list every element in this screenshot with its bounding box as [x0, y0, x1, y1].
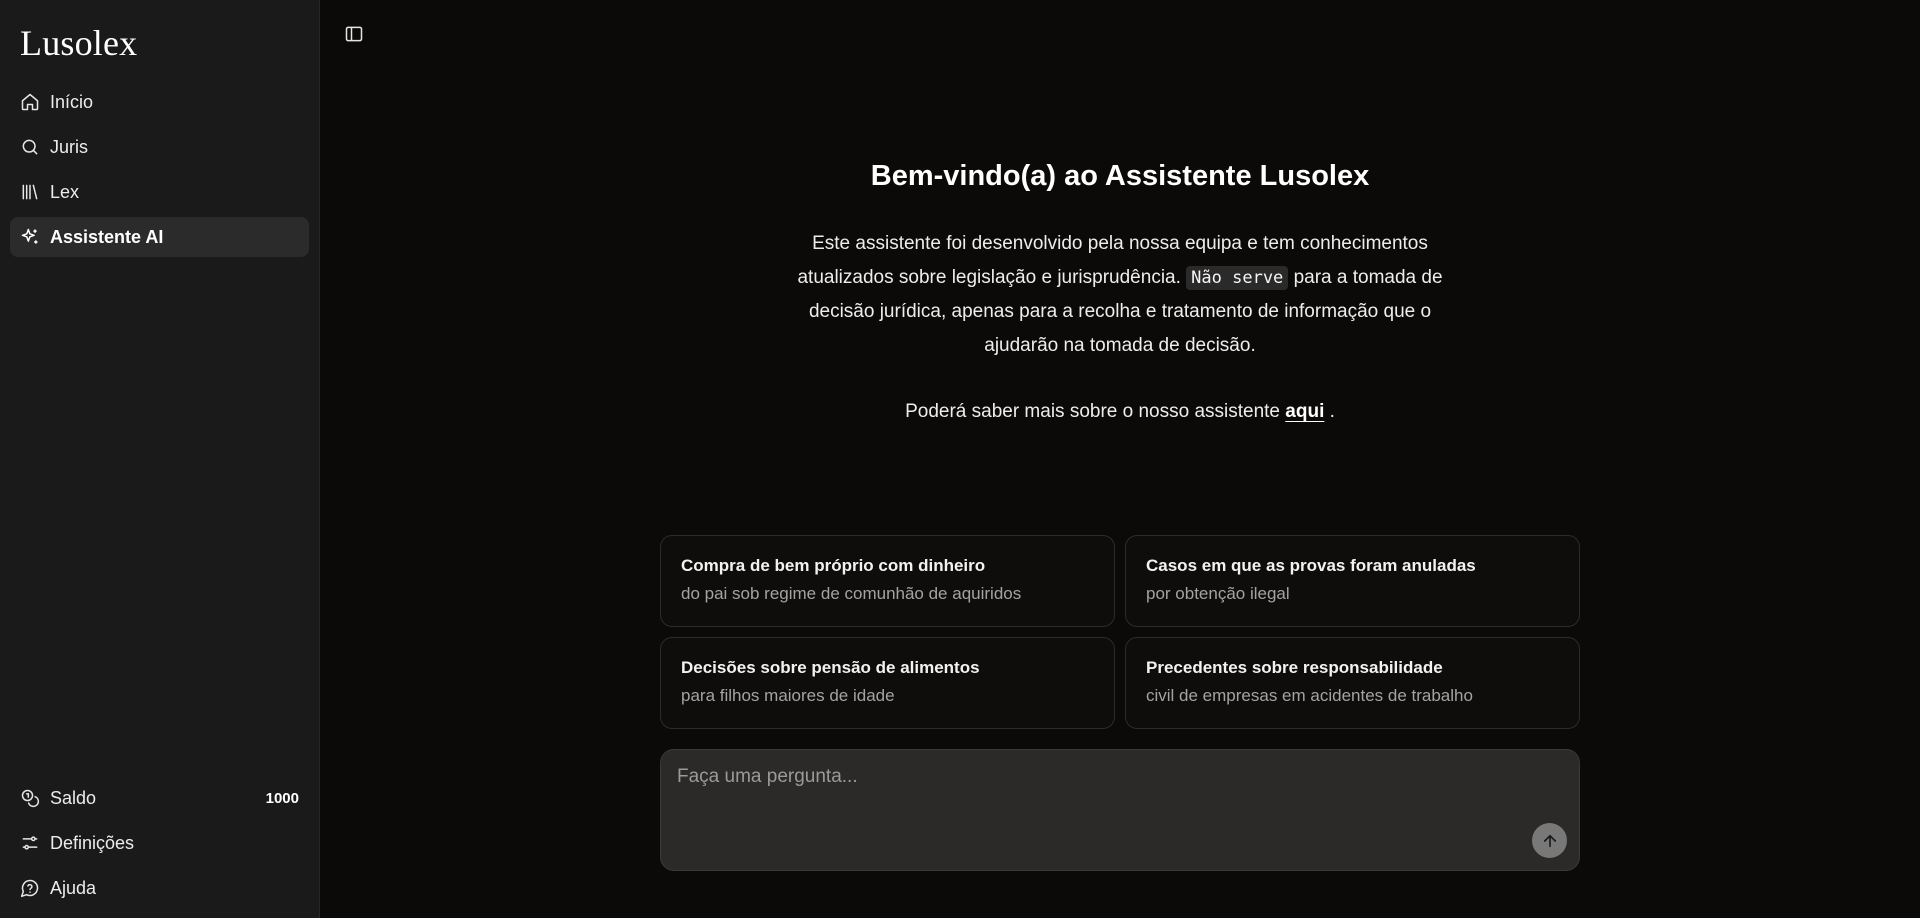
sidebar-nav: Início Juris Lex Assistente AI: [10, 82, 309, 257]
help-label: Ajuda: [50, 877, 97, 898]
sidebar-item-label: Juris: [50, 136, 89, 157]
sidebar-item-ajuda[interactable]: Ajuda: [10, 868, 309, 908]
welcome-section: Bem-vindo(a) ao Assistente Lusolex Este …: [320, 160, 1920, 423]
suggestion-subtitle: para filhos maiores de idade: [681, 686, 895, 705]
suggestion-title: Precedentes sobre responsabilidade: [1146, 658, 1443, 677]
sidebar-item-inicio[interactable]: Início: [10, 82, 309, 122]
sidebar-item-definicoes[interactable]: Definições: [10, 823, 309, 863]
main-area: Bem-vindo(a) ao Assistente Lusolex Este …: [320, 0, 1920, 918]
home-icon: [21, 93, 39, 111]
page-title: Bem-vindo(a) ao Assistente Lusolex: [870, 160, 1370, 192]
sidebar-toggle-button[interactable]: [342, 22, 366, 46]
arrow-up-icon: [1543, 834, 1556, 847]
suggestion-subtitle: do pai sob regime de comunhão de aquirid…: [681, 584, 1022, 603]
suggestion-card[interactable]: Compra de bem próprio com dinheiro do pa…: [660, 535, 1115, 627]
sparkles-icon: [21, 228, 38, 244]
send-button[interactable]: [1532, 823, 1567, 858]
intro-code-highlight: Não serve: [1186, 266, 1289, 290]
sidebar-bottom: Saldo 1000 Definições Ajuda: [10, 778, 309, 908]
suggestion-card[interactable]: Precedentes sobre responsabilidade civil…: [1125, 637, 1580, 729]
suggestion-card[interactable]: Decisões sobre pensão de alimentos para …: [660, 637, 1115, 729]
suggestion-title: Casos em que as provas foram anuladas: [1146, 556, 1476, 575]
learn-more-text: Poderá saber mais sobre o nosso assisten…: [905, 401, 1335, 423]
panel-left-icon: [345, 26, 363, 42]
intro-text: Este assistente foi desenvolvido pela no…: [785, 227, 1455, 363]
settings-label: Definições: [50, 832, 135, 853]
balance-label: Saldo: [50, 787, 97, 808]
suggestion-title: Decisões sobre pensão de alimentos: [681, 658, 980, 677]
sidebar-item-label: Início: [50, 91, 94, 112]
suggestions-grid: Compra de bem próprio com dinheiro do pa…: [660, 535, 1580, 729]
sidebar: Lusolex Início Juris Lex Assistente AI S…: [0, 0, 320, 918]
learn-more-text-part: .: [1324, 401, 1335, 422]
app-logo[interactable]: Lusolex: [10, 22, 309, 64]
help-chat-icon: [20, 879, 39, 898]
library-icon: [22, 184, 38, 200]
coins-icon: [21, 789, 40, 808]
sliders-icon: [22, 836, 38, 850]
sidebar-item-assistente-ai[interactable]: Assistente AI: [10, 217, 309, 257]
sidebar-item-label: Assistente AI: [50, 226, 164, 247]
suggestion-subtitle: civil de empresas em acidentes de trabal…: [1146, 686, 1473, 705]
app: Lusolex Início Juris Lex Assistente AI S…: [0, 0, 1920, 918]
sidebar-item-lex[interactable]: Lex: [10, 172, 309, 212]
suggestion-subtitle: por obtenção ilegal: [1146, 584, 1290, 603]
balance-value: 1000: [265, 789, 299, 807]
search-icon: [22, 139, 38, 155]
sidebar-item-juris[interactable]: Juris: [10, 127, 309, 167]
question-composer: [660, 749, 1580, 871]
question-input[interactable]: [661, 750, 1579, 870]
sidebar-item-saldo[interactable]: Saldo 1000: [10, 778, 309, 818]
learn-more-link[interactable]: aqui: [1285, 401, 1324, 422]
suggestion-card[interactable]: Casos em que as provas foram anuladas po…: [1125, 535, 1580, 627]
sidebar-item-label: Lex: [50, 181, 80, 202]
suggestion-title: Compra de bem próprio com dinheiro: [681, 556, 986, 575]
learn-more-text-part: Poderá saber mais sobre o nosso assisten…: [905, 401, 1286, 422]
